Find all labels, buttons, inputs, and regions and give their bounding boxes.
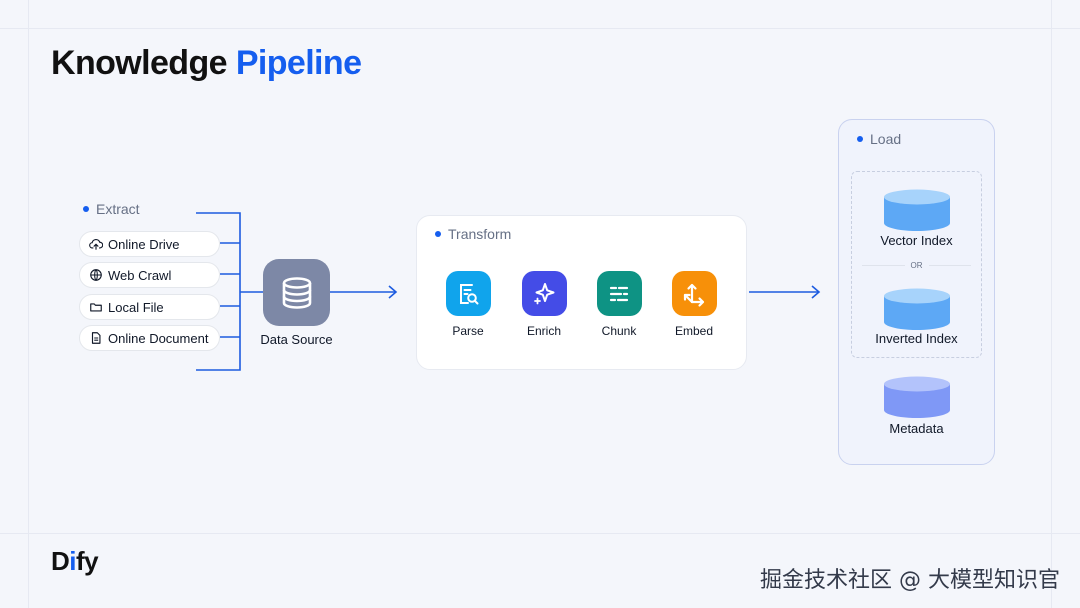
- source-label: Online Document: [108, 330, 209, 346]
- document-icon: [91, 332, 101, 344]
- metadata-label: Metadata: [889, 421, 944, 436]
- step-embed[interactable]: Embed: [664, 271, 724, 338]
- extract-label-text: Extract: [96, 201, 140, 217]
- source-online-document[interactable]: Online Document: [79, 325, 220, 351]
- vector-index-label: Vector Index: [880, 233, 953, 248]
- step-label: Enrich: [526, 324, 561, 338]
- step-label: Embed: [674, 324, 714, 338]
- inverted-index-cylinder-icon: [884, 288, 950, 330]
- transform-label: Transform: [435, 226, 511, 242]
- vector-index-cylinder-icon: [884, 189, 950, 231]
- source-label: Web Crawl: [108, 267, 172, 283]
- chunk-icon: [596, 271, 642, 316]
- sparkle-icon: [521, 271, 567, 316]
- or-divider: OR: [862, 259, 971, 271]
- parse-icon: [445, 271, 491, 316]
- load-label: Load: [857, 131, 901, 147]
- inverted-index-label: Inverted Index: [875, 331, 958, 346]
- transform-label-text: Transform: [448, 226, 512, 242]
- database-icon: [282, 276, 311, 309]
- embed-icon: [671, 271, 717, 316]
- step-label: Chunk: [601, 324, 637, 338]
- data-source-label: Data Source: [260, 332, 333, 347]
- step-parse[interactable]: Parse: [438, 271, 498, 338]
- step-label: Parse: [452, 324, 484, 338]
- source-local-file[interactable]: Local File: [79, 294, 220, 320]
- source-online-drive[interactable]: Online Drive: [79, 231, 220, 257]
- metadata-cylinder-icon: [884, 376, 950, 418]
- transform-dot: [435, 231, 441, 237]
- source-label: Local File: [108, 299, 164, 315]
- dify-logo: Dify: [51, 546, 99, 576]
- cloud-upload-icon: [89, 238, 103, 250]
- extract-label: Extract: [83, 201, 140, 217]
- globe-icon: [90, 269, 102, 281]
- source-web-crawl[interactable]: Web Crawl: [79, 262, 220, 288]
- load-label-text: Load: [870, 131, 902, 147]
- watermark: 掘金技术社区 @ 大模型知识官: [760, 568, 1060, 593]
- or-text: OR: [910, 260, 923, 270]
- folder-icon: [90, 303, 102, 312]
- source-label: Online Drive: [108, 236, 180, 252]
- step-enrich[interactable]: Enrich: [514, 271, 574, 338]
- extract-dot: [83, 206, 89, 212]
- load-dot: [857, 136, 863, 142]
- step-chunk[interactable]: Chunk: [589, 271, 649, 338]
- data-source-node: [263, 259, 330, 326]
